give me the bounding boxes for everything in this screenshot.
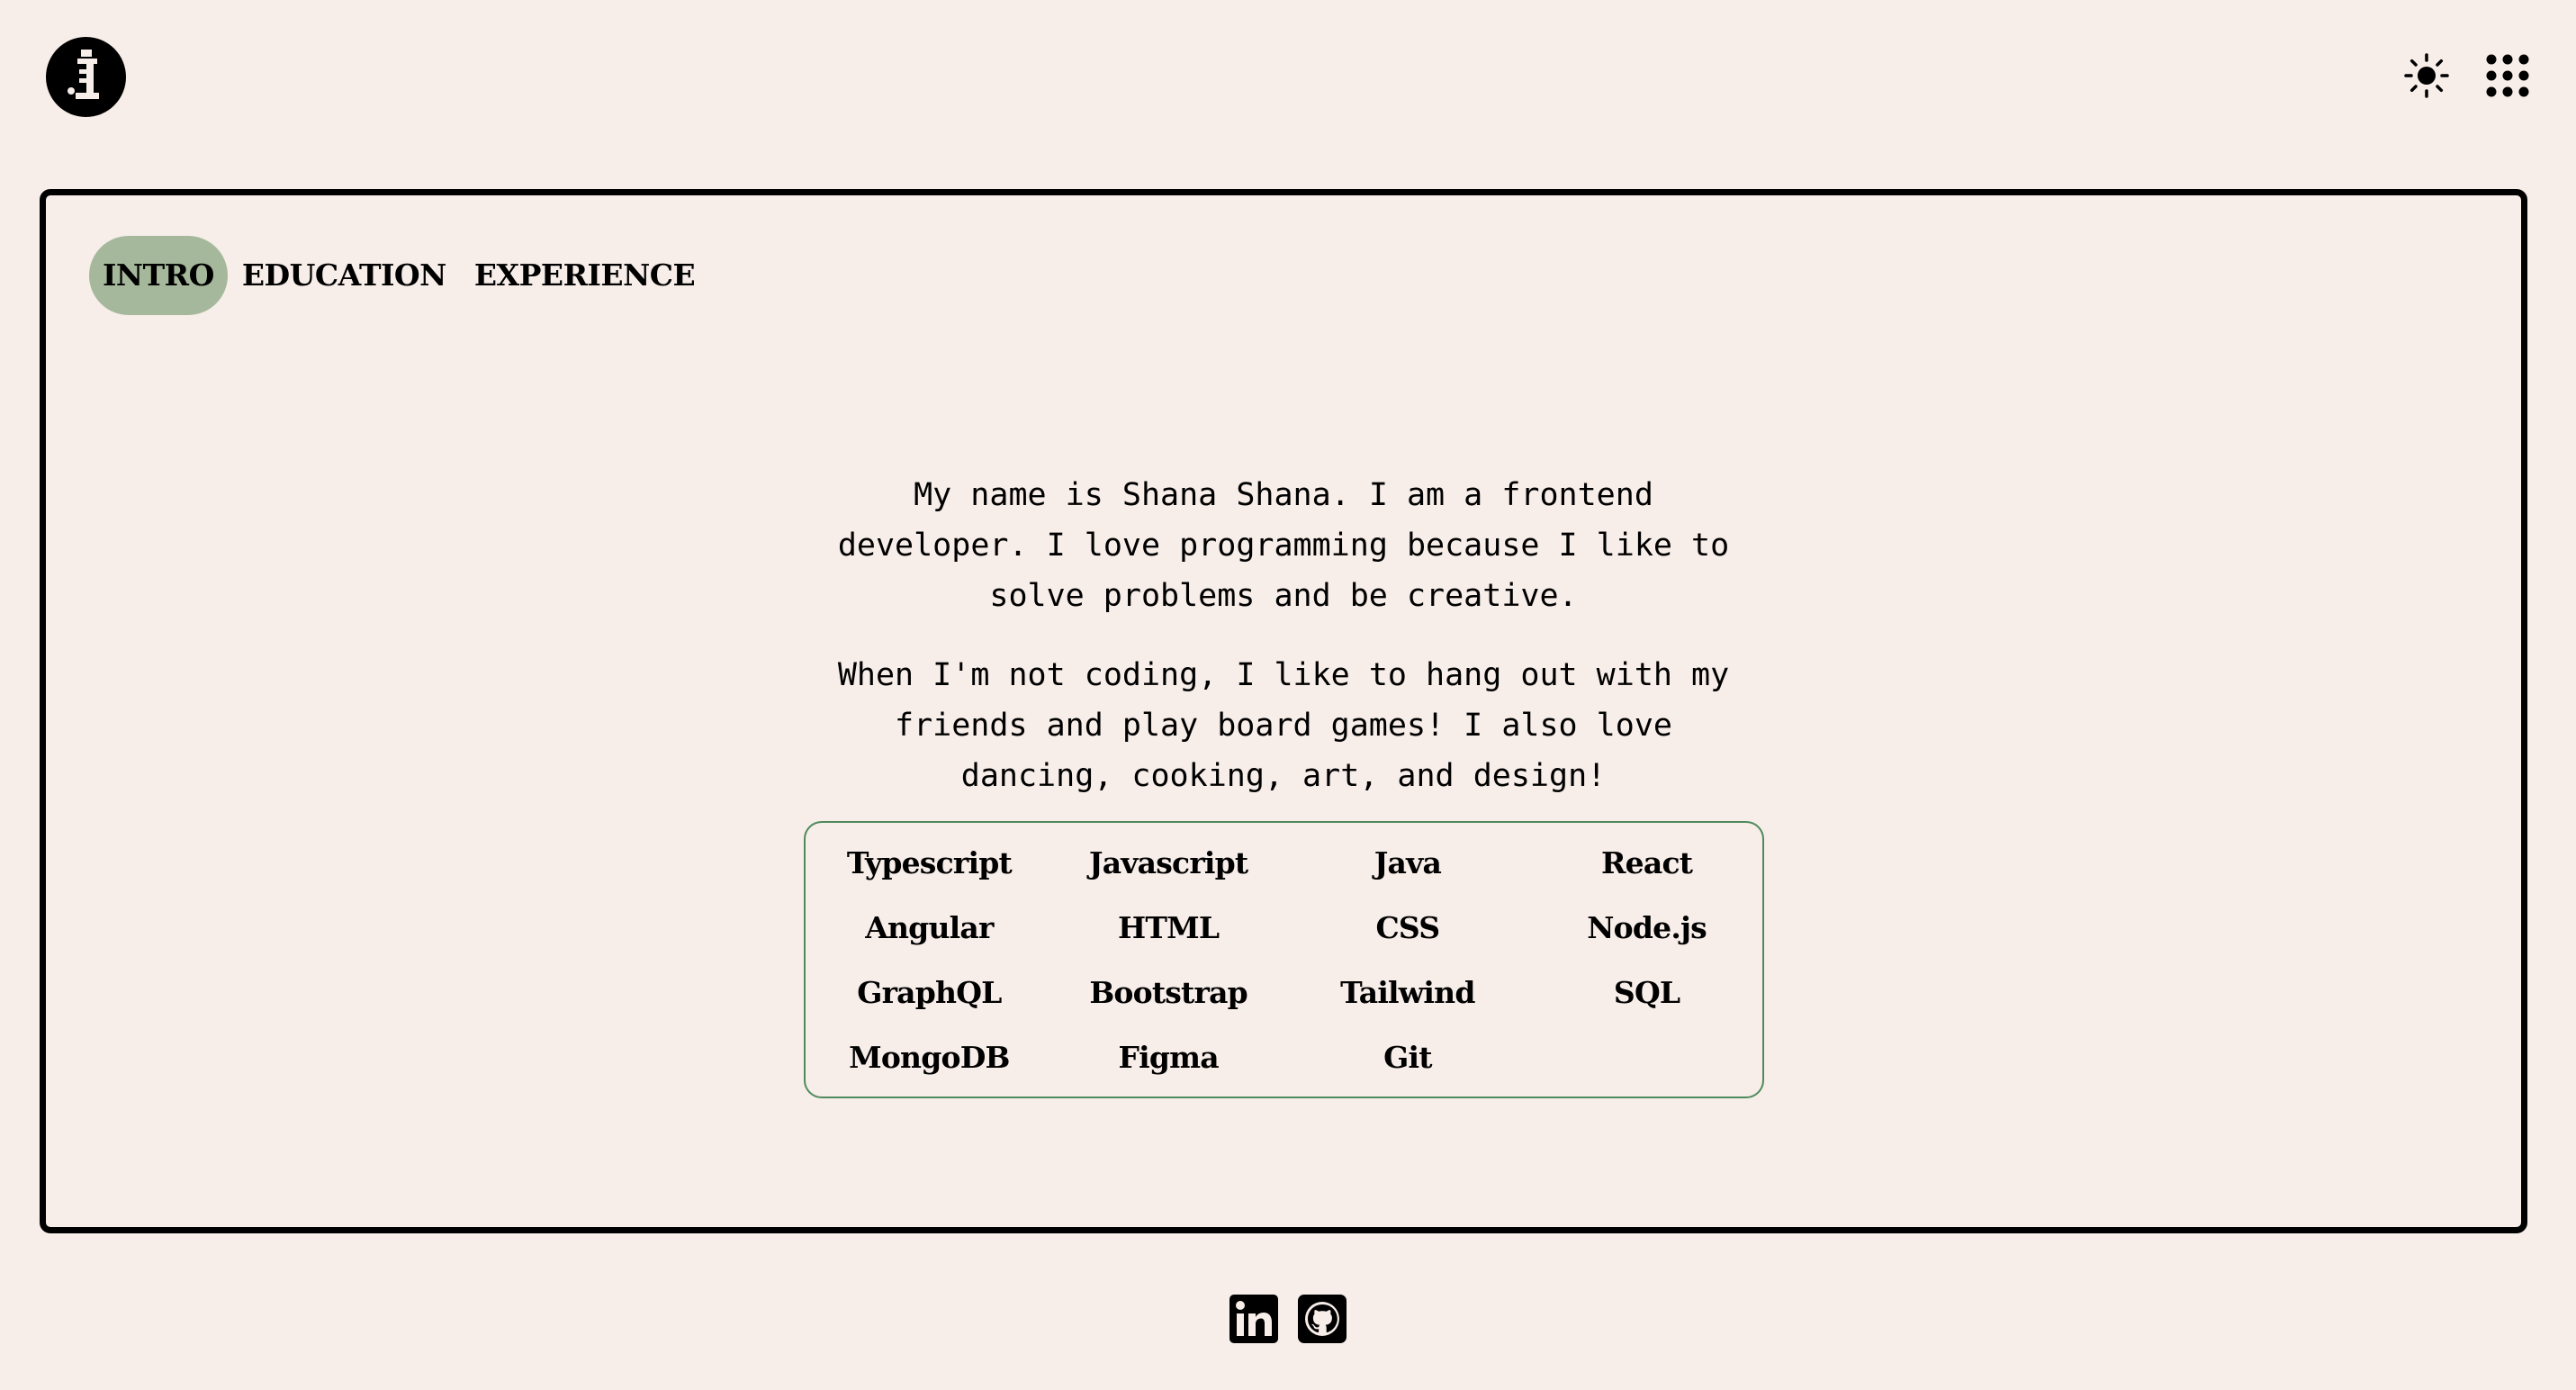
linkedin-link[interactable] — [1229, 1295, 1278, 1343]
intro-paragraph-1: My name is Shana Shana. I am a frontend … — [837, 477, 1730, 614]
skill-item: Java — [1374, 845, 1442, 880]
github-link[interactable] — [1298, 1295, 1347, 1343]
tab-education[interactable]: EDUCATION — [242, 236, 460, 315]
logo-glyph — [67, 49, 99, 99]
tab-intro[interactable]: INTRO — [89, 236, 228, 315]
skill-item: HTML — [1117, 910, 1220, 945]
main-panel: INTRO EDUCATION EXPERIENCE My name is Sh… — [40, 189, 2527, 1233]
social-links — [1229, 1295, 1347, 1343]
skill-item: Javascript — [1088, 845, 1248, 880]
intro-content: My name is Shana Shana. I am a frontend … — [797, 470, 1770, 1098]
skill-item: Tailwind — [1340, 975, 1475, 1010]
tab-experience[interactable]: EXPERIENCE — [474, 236, 708, 315]
skill-item: Bootstrap — [1089, 975, 1247, 1010]
github-icon — [1298, 1295, 1347, 1343]
skill-item: Git — [1383, 1040, 1432, 1075]
skill-item: React — [1601, 845, 1693, 880]
linkedin-icon — [1229, 1295, 1278, 1343]
tab-bar: INTRO EDUCATION EXPERIENCE — [89, 236, 708, 315]
intro-paragraph-2: When I'm not coding, I like to hang out … — [837, 657, 1730, 794]
skill-item: MongoDB — [849, 1040, 1010, 1075]
skill-item: CSS — [1375, 910, 1440, 945]
skill-item: Node.js — [1587, 910, 1707, 945]
skills-grid: Typescript Javascript Java React Angular… — [803, 821, 1764, 1098]
skill-item: GraphQL — [857, 975, 1002, 1010]
logo-icon[interactable] — [46, 37, 126, 117]
apps-menu-button[interactable] — [2484, 52, 2531, 99]
sun-icon — [2404, 53, 2449, 98]
skill-item: SQL — [1613, 975, 1680, 1010]
skill-item: Typescript — [846, 845, 1013, 880]
skill-item: Figma — [1118, 1040, 1219, 1075]
skill-item: Angular — [865, 910, 994, 945]
theme-toggle-button[interactable] — [2403, 52, 2450, 99]
grid-dots-icon — [2486, 54, 2529, 97]
